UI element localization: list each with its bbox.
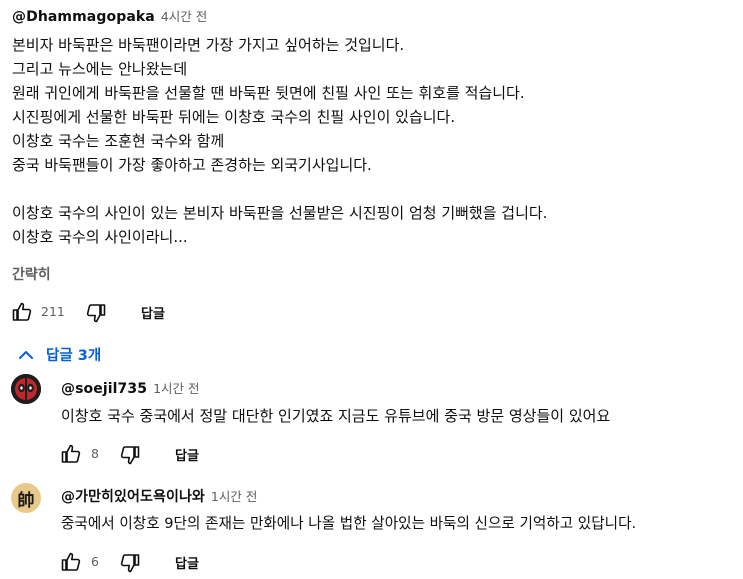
reply-time[interactable]: 1시간 전 <box>153 378 199 397</box>
reply-text: 이창호 국수 중국에서 정말 대단한 인기였죠 지금도 유튜브에 중국 방문 영… <box>61 407 611 425</box>
comment-author[interactable]: @Dhammagopaka <box>12 9 155 25</box>
deadpool-avatar-icon <box>11 374 41 404</box>
reply-button[interactable]: 답글 <box>175 445 199 464</box>
comment-body: 본비자 바둑판은 바둑팬이라면 가장 가지고 싶어하는 것입니다. 그리고 뉴스… <box>12 33 547 249</box>
comment-line: 시진핑에게 선물한 바둑판 뒤에는 이창호 국수의 친필 사인이 있습니다. <box>12 108 456 126</box>
comment-line: 이창호 국수의 사인이 있는 본비자 바둑판을 선물받은 시진핑이 엄청 기뻐했… <box>12 204 548 222</box>
comment-line: 중국 바둑팬들이 가장 좋아하고 존경하는 외국기사입니다. <box>12 156 372 174</box>
comment-line: 그리고 뉴스에는 안나왔는데 <box>12 60 188 78</box>
reply-text: 중국에서 이창호 9단의 존재는 만화에나 나올 법한 살아있는 바둑의 신으로… <box>61 515 637 532</box>
comment-line: 이창호 국수는 조훈현 국수와 함께 <box>12 132 225 150</box>
comment-line <box>12 177 547 201</box>
comment-line: 원래 귀인에게 바둑판을 선물할 땐 바둑판 뒷면에 친필 사인 또는 휘호를 … <box>12 84 525 102</box>
dislike-button[interactable] <box>84 301 110 325</box>
replies-toggle-button[interactable]: 답글 3개 <box>16 344 101 365</box>
comment-header: @Dhammagopaka 4시간 전 <box>12 6 207 25</box>
thumb-down-icon <box>120 554 140 573</box>
comment-time[interactable]: 4시간 전 <box>161 6 207 25</box>
replies-toggle-label: 답글 3개 <box>46 348 102 364</box>
like-button[interactable] <box>10 300 36 324</box>
avatar-glyph: 帥 <box>17 490 35 511</box>
thumb-down-icon <box>86 304 106 323</box>
thumb-down-icon <box>120 446 140 465</box>
reply-button[interactable]: 답글 <box>175 553 199 572</box>
comment-line: 이창호 국수의 사인이라니... <box>12 228 188 246</box>
dislike-button[interactable] <box>118 443 142 467</box>
show-less-button[interactable]: 간략히 <box>12 264 51 284</box>
reply-author[interactable]: @soejil735 <box>61 381 147 397</box>
like-count: 6 <box>91 554 99 569</box>
like-count: 8 <box>91 446 99 461</box>
reply-button[interactable]: 답글 <box>141 303 165 322</box>
comment-line: 본비자 바둑판은 바둑팬이라면 가장 가지고 싶어하는 것입니다. <box>12 36 405 54</box>
avatar[interactable] <box>11 374 41 404</box>
reply-author[interactable]: @가만히있어도욕이나와 <box>61 486 205 506</box>
reply-header: @soejil735 1시간 전 <box>61 378 200 397</box>
like-button[interactable] <box>59 442 83 466</box>
reply-time[interactable]: 1시간 전 <box>211 486 257 505</box>
avatar[interactable]: 帥 <box>11 483 41 513</box>
like-button[interactable] <box>59 550 83 574</box>
reply-header: @가만히있어도욕이나와 1시간 전 <box>61 486 257 506</box>
thumb-up-icon <box>61 444 81 463</box>
thumb-up-icon <box>12 302 32 321</box>
thumb-up-icon <box>61 552 81 571</box>
chevron-up-icon <box>19 350 33 359</box>
dislike-button[interactable] <box>118 551 142 575</box>
like-count: 211 <box>41 304 65 319</box>
